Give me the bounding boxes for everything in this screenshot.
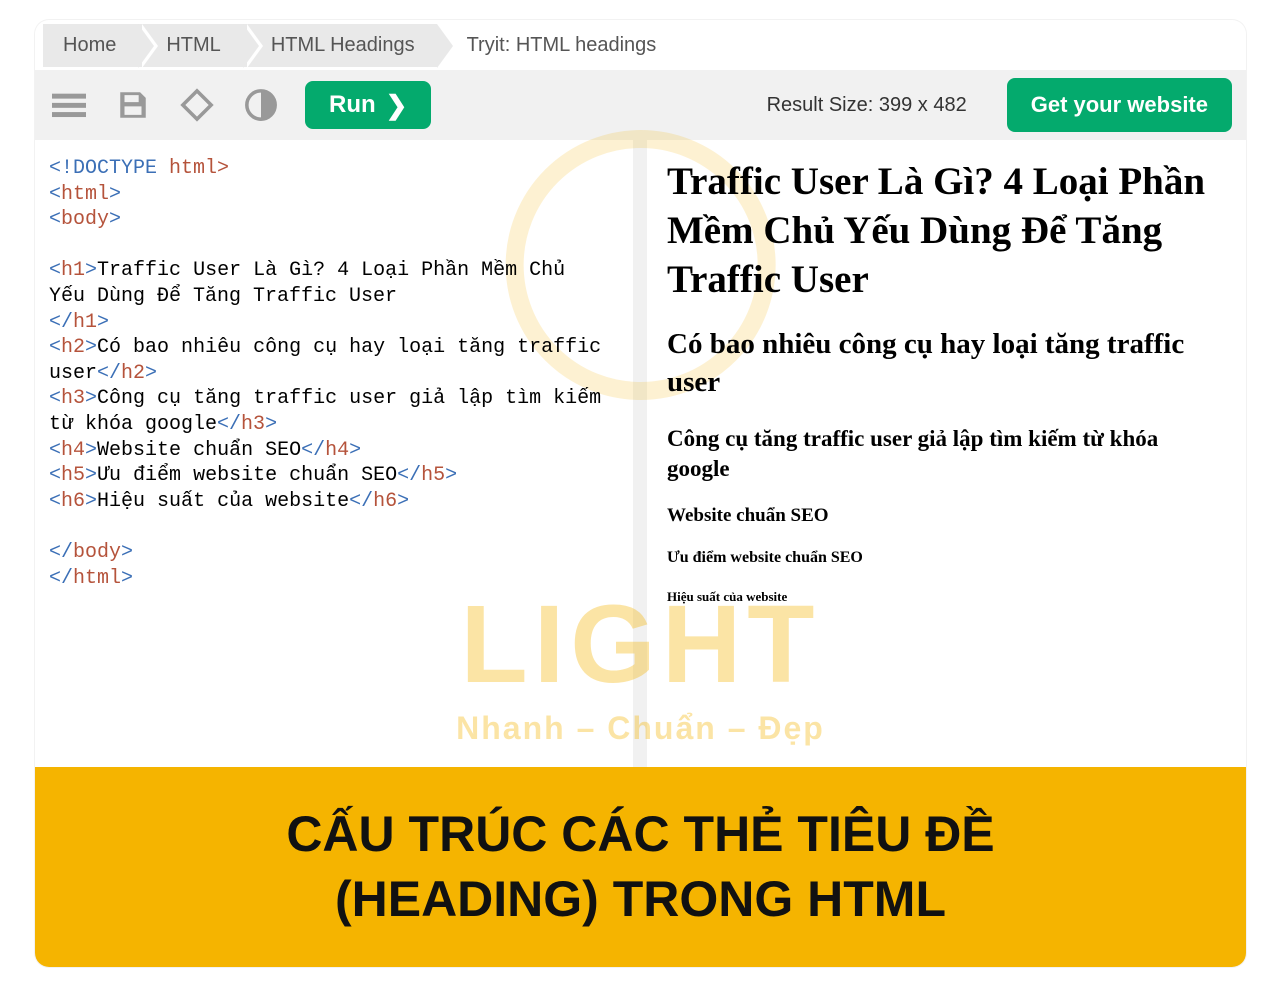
code-token: h4 <box>325 439 349 462</box>
code-token: > <box>397 490 409 513</box>
code-text: Yếu Dùng Để Tăng Traffic User <box>49 285 397 308</box>
menu-icon[interactable] <box>49 85 89 125</box>
code-token: > <box>85 490 97 513</box>
run-button[interactable]: Run ❯ <box>305 81 431 129</box>
result-h3: Công cụ tăng traffic user giả lập tìm ki… <box>667 424 1226 484</box>
result-h2: Có bao nhiêu công cụ hay loại tăng traff… <box>667 326 1226 401</box>
code-token: </ <box>49 541 73 564</box>
breadcrumb-current: Tryit: HTML headings <box>437 24 677 67</box>
editor-panes: <!DOCTYPE html> <html> <body> <h1>Traffi… <box>35 140 1246 780</box>
result-h1: Traffic User Là Gì? 4 Loại Phần Mềm Chủ … <box>667 158 1226 304</box>
result-h4: Website chuẩn SEO <box>667 505 1226 527</box>
code-token: </ <box>217 413 241 436</box>
code-token: > <box>85 439 97 462</box>
code-text: Traffic User Là Gì? 4 Loại Phần Mềm Chủ <box>97 259 577 282</box>
code-text: Ưu điểm website chuẩn SEO <box>97 464 397 487</box>
code-token: </ <box>97 362 121 385</box>
code-token: > <box>121 567 133 590</box>
code-token: h5 <box>61 464 85 487</box>
code-token: body <box>73 541 121 564</box>
code-token: h6 <box>61 490 85 513</box>
code-text: Công cụ tăng traffic user giả lập tìm ki… <box>97 387 613 410</box>
code-token: </ <box>49 567 73 590</box>
save-icon[interactable] <box>113 85 153 125</box>
breadcrumb-home[interactable]: Home <box>43 24 138 67</box>
result-size-label: Result Size: 399 x 482 <box>767 94 967 117</box>
code-token: html> <box>157 157 229 180</box>
banner-line-1: CẤU TRÚC CÁC THẺ TIÊU ĐỀ <box>286 806 994 862</box>
code-token: html <box>73 567 121 590</box>
code-token: body <box>61 208 109 231</box>
code-token: < <box>49 336 61 359</box>
code-token: </ <box>397 464 421 487</box>
pane-divider[interactable] <box>633 140 647 780</box>
code-token: < <box>49 464 61 487</box>
chevron-right-icon: ❯ <box>386 92 408 118</box>
code-token: h2 <box>61 336 85 359</box>
code-text: Hiệu suất của website <box>97 490 349 513</box>
code-text: Website chuẩn SEO <box>97 439 301 462</box>
rotate-icon[interactable] <box>177 85 217 125</box>
code-token: > <box>85 464 97 487</box>
run-button-label: Run <box>329 91 376 119</box>
code-token: > <box>109 183 121 206</box>
code-token: < <box>49 208 61 231</box>
code-text: Có bao nhiêu công cụ hay loại tăng traff… <box>97 336 613 359</box>
code-token: > <box>349 439 361 462</box>
code-token: h1 <box>73 311 97 334</box>
get-website-button[interactable]: Get your website <box>1007 78 1232 132</box>
code-token: </ <box>49 311 73 334</box>
code-token: > <box>145 362 157 385</box>
code-token: <!DOCTYPE <box>49 157 157 180</box>
code-editor[interactable]: <!DOCTYPE html> <html> <body> <h1>Traffi… <box>35 140 633 780</box>
code-token: > <box>109 208 121 231</box>
code-token: h6 <box>373 490 397 513</box>
code-token: > <box>85 259 97 282</box>
code-token: < <box>49 259 61 282</box>
code-token: html <box>61 183 109 206</box>
code-token: h1 <box>61 259 85 282</box>
code-token: > <box>85 336 97 359</box>
code-text: user <box>49 362 97 385</box>
theme-icon[interactable] <box>241 85 281 125</box>
toolbar: Run ❯ Result Size: 399 x 482 Get your we… <box>35 70 1246 140</box>
code-token: < <box>49 183 61 206</box>
code-token: h2 <box>121 362 145 385</box>
code-token: h5 <box>421 464 445 487</box>
breadcrumb-html-headings[interactable]: HTML Headings <box>243 24 437 67</box>
result-preview: Traffic User Là Gì? 4 Loại Phần Mềm Chủ … <box>647 140 1246 780</box>
code-token: > <box>85 387 97 410</box>
code-token: </ <box>301 439 325 462</box>
code-token: </ <box>349 490 373 513</box>
code-token: h3 <box>61 387 85 410</box>
code-token: > <box>445 464 457 487</box>
result-h5: Ưu điểm website chuẩn SEO <box>667 549 1226 567</box>
banner-text: CẤU TRÚC CÁC THẺ TIÊU ĐỀ (HEADING) TRONG… <box>286 802 994 932</box>
code-token: > <box>265 413 277 436</box>
code-token: < <box>49 387 61 410</box>
bottom-banner: CẤU TRÚC CÁC THẺ TIÊU ĐỀ (HEADING) TRONG… <box>35 767 1246 967</box>
breadcrumb: Home HTML HTML Headings Tryit: HTML head… <box>35 20 1246 70</box>
code-token: > <box>121 541 133 564</box>
code-token: h3 <box>241 413 265 436</box>
code-token: h4 <box>61 439 85 462</box>
code-text: từ khóa google <box>49 413 217 436</box>
result-h6: Hiệu suất của website <box>667 589 1226 605</box>
code-token: > <box>97 311 109 334</box>
code-token: < <box>49 439 61 462</box>
banner-line-2: (HEADING) TRONG HTML <box>335 871 946 927</box>
code-token: < <box>49 490 61 513</box>
